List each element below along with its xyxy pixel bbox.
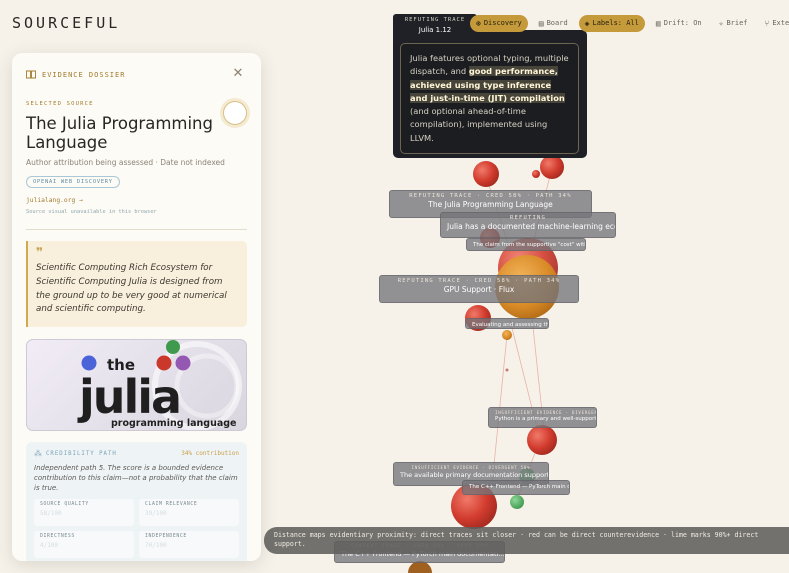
extend-button[interactable]: ⑂ Extend: [759, 15, 789, 32]
board-label: Board: [546, 19, 568, 27]
credibility-description: Independent path 5. The score is a bound…: [34, 464, 238, 492]
tooltip-text: (and optional ahead-of-time compilation)…: [410, 106, 548, 143]
brief-label: Brief: [726, 19, 748, 27]
source-title: The Julia Programming Language: [26, 114, 213, 152]
evidence-dossier-panel: EVIDENCE DOSSIER ✕ SELECTED SOURCE The J…: [12, 53, 261, 561]
quote-text: Scientific Computing Rich Ecosystem for …: [36, 263, 227, 315]
book-icon: [26, 70, 36, 79]
compass-icon: ⊛: [476, 18, 481, 28]
selected-source-label: SELECTED SOURCE: [26, 101, 94, 107]
julia-logo: the julia programming language: [77, 340, 242, 430]
hover-tooltip: Julia features optional typing, multiple…: [400, 43, 579, 154]
node-label-kicker: INSUFFICIENT EVIDENCE · DIVERGENT 50%: [495, 410, 596, 415]
graph-node-label[interactable]: REFUTING Julia has a documented machine-…: [440, 212, 616, 238]
metric-value: 58/100: [40, 510, 62, 518]
graph-node: [505, 368, 509, 372]
metric-label: INDEPENDENCE: [145, 534, 187, 540]
graph-node[interactable]: [502, 330, 512, 340]
discovery-label: Discovery: [483, 19, 522, 27]
graph-node[interactable]: [510, 495, 524, 509]
metric-label: CLAIM RELEVANCE: [145, 502, 198, 508]
board-view-button[interactable]: ▤ Board: [533, 15, 574, 32]
node-label-name: Julia has a documented machine-learning …: [447, 222, 616, 231]
graph-node[interactable]: [532, 170, 540, 178]
dossier-header-label: EVIDENCE DOSSIER: [42, 70, 126, 79]
metric-value: 70/100: [145, 542, 167, 550]
credibility-path-card: ⁂ CREDIBILITY PATH 34% contribution Inde…: [26, 442, 247, 561]
divider: [26, 229, 247, 230]
credibility-metrics: SOURCE QUALITY 58/100 CLAIM RELEVANCE 39…: [34, 499, 239, 559]
close-icon[interactable]: ✕: [231, 67, 245, 81]
node-label-name: The C++ Frontend — PyTorch main document…: [469, 484, 569, 490]
node-label-name: The claim from the supportive "cost" wit…: [473, 242, 585, 248]
node-label-name: The Julia Programming Language: [428, 200, 553, 209]
graph-node-label[interactable]: Evaluating and assessing the PyTorch rel…: [465, 318, 549, 329]
logo-subtitle: programming language: [111, 418, 236, 429]
tooltip-node-label: REFUTING TRACE Julia 1.12: [393, 14, 477, 44]
dossier-header: EVIDENCE DOSSIER: [26, 70, 125, 79]
node-label-name: The available primary documentation supp…: [400, 471, 549, 479]
metric-label: DIRECTNESS: [40, 534, 75, 540]
node-label-name: GPU Support · Flux: [443, 285, 515, 294]
quote-icon: ❞: [36, 245, 44, 259]
graph-node-label[interactable]: REFUTING TRACE · CRED 58% · PATH 34% GPU…: [379, 275, 579, 303]
source-quote: ❞ Scientific Computing Rich Ecosystem fo…: [26, 241, 247, 327]
node-label-kicker: REFUTING: [509, 215, 547, 221]
board-icon: ▤: [538, 18, 544, 28]
discovery-tag: OPENAI WEB DISCOVERY: [26, 176, 120, 188]
sparkle-icon: ✧: [718, 18, 724, 28]
top-toolbar: ⊛ Discovery ▤ Board ◈ Labels: All ▥ Drif…: [470, 13, 789, 33]
contribution-value: 34% contribution: [181, 450, 239, 457]
source-logo-image: the julia programming language: [26, 339, 247, 431]
node-label-name: Python is a primary and well-supported a…: [495, 416, 597, 422]
legend-notice: Distance maps evidentiary proximity: dir…: [264, 527, 789, 554]
extend-label: Extend: [772, 19, 789, 27]
tooltip-kicker: REFUTING TRACE: [404, 17, 466, 23]
labels-label: Labels: All: [592, 19, 639, 27]
node-label-kicker: REFUTING TRACE · CRED 58% · PATH 34%: [409, 193, 572, 199]
credibility-title-label: CREDIBILITY PATH: [46, 450, 117, 457]
node-label-kicker: INSUFFICIENT EVIDENCE · DIVERGENT 50%: [411, 465, 531, 470]
metric-independence: INDEPENDENCE 70/100: [139, 531, 239, 559]
source-node-indicator: [223, 101, 247, 125]
network-icon: ⁂: [34, 449, 43, 458]
metric-value: 39/100: [145, 510, 167, 518]
node-label-name: Evaluating and assessing the PyTorch rel…: [472, 322, 549, 328]
source-link[interactable]: julialang.org →: [26, 197, 83, 204]
graph-node-label[interactable]: The C++ Frontend — PyTorch main document…: [462, 480, 570, 495]
credibility-title: ⁂ CREDIBILITY PATH: [34, 449, 117, 458]
graph-node-label[interactable]: The claim from the supportive "cost" wit…: [466, 238, 586, 251]
metric-directness: DIRECTNESS 4/100: [34, 531, 134, 559]
metric-label: SOURCE QUALITY: [40, 502, 89, 508]
logo-word: julia: [77, 370, 180, 424]
metric-value: 4/100: [40, 542, 59, 550]
tooltip-title: Julia 1.12: [418, 26, 452, 34]
discovery-view-button[interactable]: ⊛ Discovery: [470, 14, 528, 32]
visual-unavailable-note: Source visual unavailable in this browse…: [26, 209, 157, 215]
node-label-kicker: REFUTING TRACE · CRED 58% · PATH 34%: [397, 278, 561, 284]
tag-icon: ◈: [584, 18, 590, 28]
graph-node-label[interactable]: INSUFFICIENT EVIDENCE · DIVERGENT 50% Py…: [488, 407, 597, 428]
branch-icon: ⑂: [764, 18, 770, 28]
graph-node[interactable]: [527, 425, 557, 455]
metric-source-quality: SOURCE QUALITY 58/100: [34, 499, 134, 527]
metric-claim-relevance: CLAIM RELEVANCE 39/100: [139, 499, 239, 527]
brief-button[interactable]: ✧ Brief: [713, 15, 754, 32]
brand-wordmark: SOURCEFUL: [12, 14, 121, 32]
source-meta: Author attribution being assessed · Date…: [26, 158, 225, 167]
graph-node[interactable]: [473, 161, 499, 187]
drift-toggle-button[interactable]: ▥ Drift: On: [650, 15, 708, 32]
labels-toggle-button[interactable]: ◈ Labels: All: [578, 14, 645, 32]
drift-icon: ▥: [655, 18, 661, 28]
graph-node[interactable]: [540, 155, 564, 179]
drift-label: Drift: On: [663, 19, 702, 27]
